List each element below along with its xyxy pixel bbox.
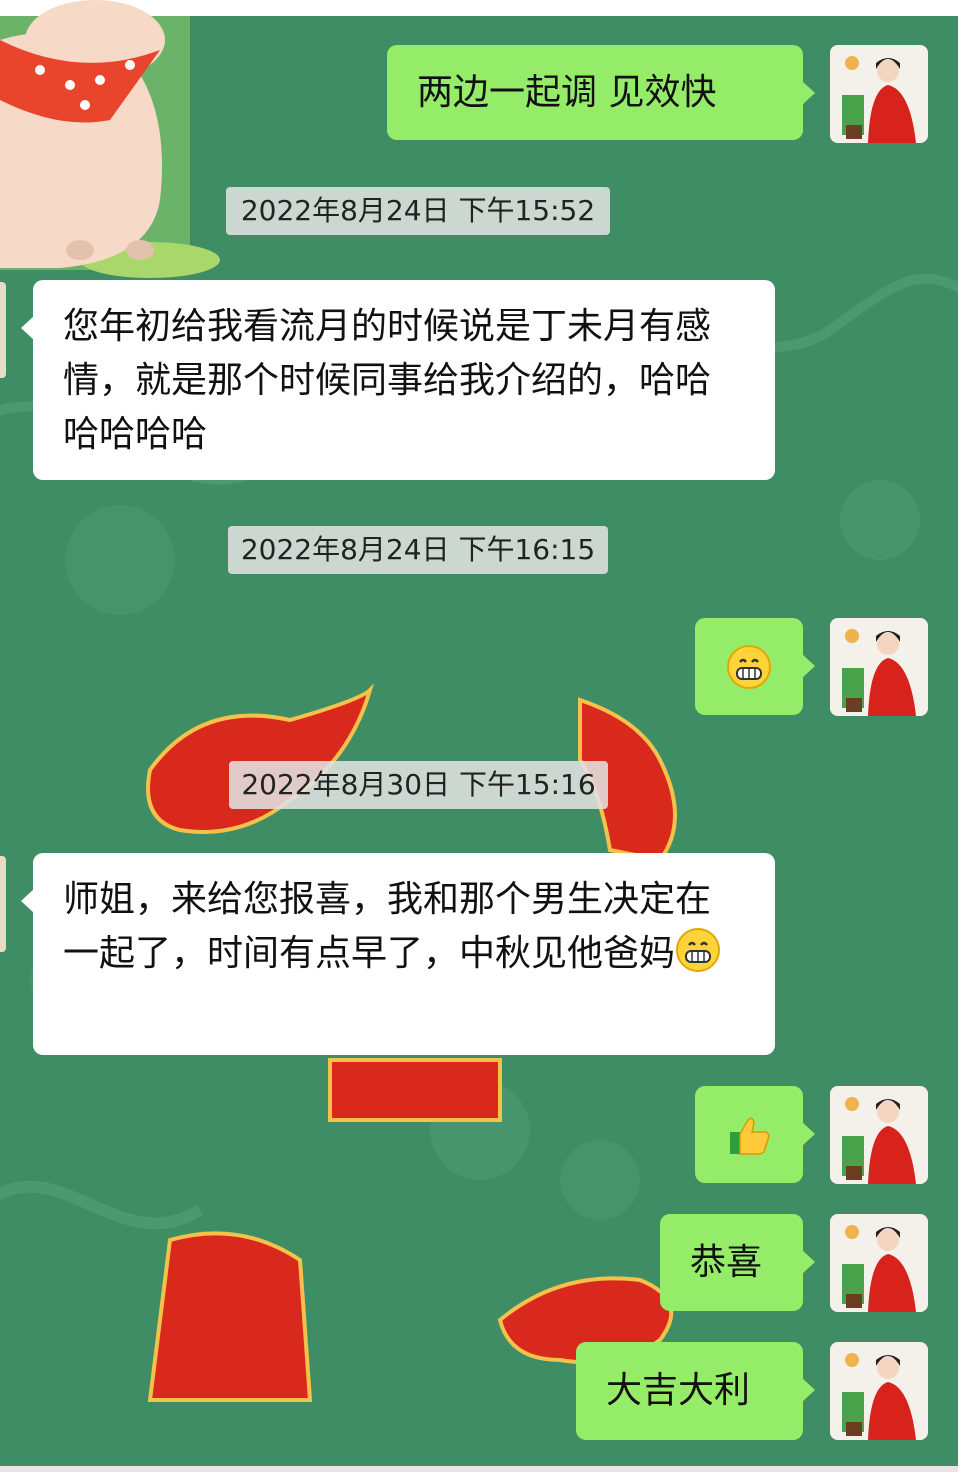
message-text: 两边一起调 见效快: [417, 72, 717, 113]
received-message-bubble[interactable]: 师姐，来给您报喜，我和那个男生决定在一起了，时间有点早了，中秋见他爸妈: [21, 853, 775, 1055]
avatar-image: [830, 618, 928, 716]
message-text: 恭喜: [690, 1242, 763, 1283]
avatar-image: [830, 45, 928, 143]
avatar-image: [830, 1086, 928, 1184]
message-text: 您年初给我看流月的时候说是丁未月有感情，就是那个时候同事给我介绍的，哈哈哈哈哈哈: [63, 306, 712, 455]
avatar-image: [830, 1342, 928, 1440]
avatar[interactable]: [830, 1214, 928, 1312]
grinning-face-emoji: [676, 928, 721, 972]
message-text: 大吉大利: [606, 1370, 751, 1411]
thumbs-up-emoji: [730, 1117, 770, 1155]
sender-avatar-edge[interactable]: [0, 856, 6, 952]
chat-thread: 两边一起调 见效快 2022年8月24日 下午15:52 您年初给我看流月的时候…: [0, 0, 958, 1472]
avatar[interactable]: [830, 1086, 928, 1184]
avatar[interactable]: [830, 45, 928, 143]
message-timestamp: 2022年8月24日 下午16:15: [228, 526, 608, 574]
sender-avatar-edge[interactable]: [0, 282, 6, 378]
sent-message-bubble[interactable]: 大吉大利: [576, 1342, 815, 1440]
message-timestamp: 2022年8月30日 下午15:16: [229, 761, 608, 809]
message-text: 师姐，来给您报喜，我和那个男生决定在一起了，时间有点早了，中秋见他爸妈: [63, 879, 712, 974]
avatar[interactable]: [830, 618, 928, 716]
avatar[interactable]: [830, 1342, 928, 1440]
sent-message-bubble[interactable]: 两边一起调 见效快: [387, 45, 815, 140]
avatar-image: [830, 1214, 928, 1312]
sent-emoji-bubble[interactable]: [695, 1086, 815, 1183]
message-timestamp: 2022年8月24日 下午15:52: [226, 187, 610, 235]
input-bar-edge: [0, 1466, 958, 1472]
grinning-face-emoji: [727, 644, 771, 689]
sent-message-bubble[interactable]: 恭喜: [660, 1214, 815, 1311]
received-message-bubble[interactable]: 您年初给我看流月的时候说是丁未月有感情，就是那个时候同事给我介绍的，哈哈哈哈哈哈: [21, 280, 775, 480]
sent-emoji-bubble[interactable]: [695, 618, 815, 715]
